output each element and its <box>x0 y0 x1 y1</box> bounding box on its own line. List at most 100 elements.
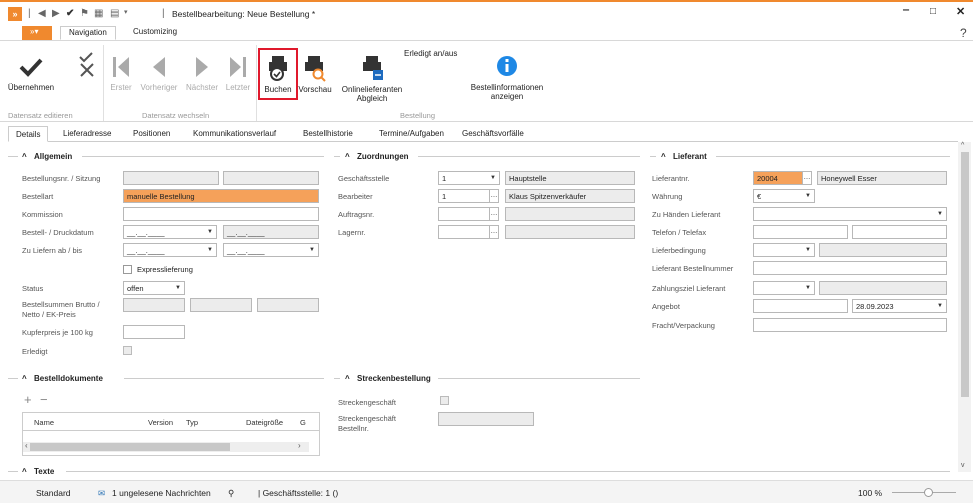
liefern-bis-field[interactable]: __.__.____ <box>223 243 319 257</box>
chevron-down-icon[interactable]: ▼ <box>488 172 498 184</box>
tab-lieferadresse[interactable]: Lieferadresse <box>56 126 118 142</box>
bestellinfo-button[interactable]: Bestellinformationen anzeigen <box>465 53 549 101</box>
scroll-left-icon[interactable]: ‹ <box>25 441 28 450</box>
tab-kommunikationsverlauf[interactable]: Kommunikationsverlauf <box>186 126 283 142</box>
kommission-field[interactable] <box>123 207 319 221</box>
column-header-g[interactable]: G <box>300 418 306 427</box>
chevron-down-icon[interactable]: ▼ <box>803 244 813 256</box>
help-icon[interactable]: ? <box>960 26 967 40</box>
chevron-down-icon[interactable]: ▼ <box>173 282 183 294</box>
flag-icon[interactable]: ⚑ <box>80 8 89 19</box>
uebernehmen-button[interactable]: Übernehmen <box>6 53 56 92</box>
column-header-name[interactable]: Name <box>34 418 54 427</box>
letzter-button[interactable]: Letzter <box>222 53 254 92</box>
buchen-button[interactable]: Buchen <box>260 53 296 94</box>
column-header-typ[interactable]: Typ <box>186 418 198 427</box>
chevron-down-icon[interactable]: ▼ <box>803 282 813 294</box>
online-abgleich-button[interactable]: Onlinelieferanten Abgleich <box>334 53 410 103</box>
search-icon[interactable]: ⚲ <box>228 488 234 499</box>
column-header-dateigroesse[interactable]: Dateigröße <box>246 418 283 427</box>
column-header-version[interactable]: Version <box>148 418 173 427</box>
bearbeiter-nr-field[interactable]: 1 <box>438 189 490 203</box>
document-icon[interactable]: ▤ <box>110 8 119 19</box>
bestelldatum-field[interactable]: __.__.____ <box>123 225 217 239</box>
app-menu-button[interactable]: »▾ <box>22 26 52 40</box>
bestellnr-field[interactable] <box>123 171 219 185</box>
strecken-bestellnr-field[interactable] <box>438 412 534 426</box>
tab-geschaeftsvorfaelle[interactable]: Geschäftsvorfälle <box>455 126 531 142</box>
close-icon[interactable]: ✕ <box>956 5 965 18</box>
bestellart-field[interactable]: manuelle Bestellung <box>123 189 319 203</box>
erster-button[interactable]: Erster <box>106 53 136 92</box>
tab-termine[interactable]: Termine/Aufgaben <box>372 126 451 142</box>
sitzung-field[interactable] <box>223 171 319 185</box>
zoom-slider-thumb[interactable] <box>924 488 933 497</box>
lieferantnr-field[interactable]: 20004 <box>753 171 803 185</box>
cancel-icon[interactable] <box>76 51 98 79</box>
label-waehrung: Währung <box>652 192 683 201</box>
check-icon[interactable]: ✔ <box>66 8 74 19</box>
bestelldokumente-collapse-icon[interactable]: ^ <box>22 374 27 383</box>
bearbeiter-lookup-button[interactable]: … <box>489 189 499 203</box>
erledigt-checkbox[interactable] <box>123 346 132 355</box>
maximize-icon[interactable]: □ <box>930 6 936 17</box>
tab-details[interactable]: Details <box>8 126 49 142</box>
tab-navigation[interactable]: Navigation <box>60 26 116 40</box>
chevron-down-icon[interactable]: ▼ <box>205 226 215 238</box>
forward-arrow-icon[interactable]: ▶ <box>52 8 60 19</box>
angebot-field[interactable] <box>753 299 848 313</box>
messages-icon[interactable]: ✉ <box>98 488 105 499</box>
angebot-datum-field[interactable]: 28.09.2023 <box>852 299 947 313</box>
naechster-button[interactable]: Nächster <box>182 53 222 92</box>
lagernr-lookup-button[interactable]: … <box>489 225 499 239</box>
chevron-down-icon[interactable]: ▼ <box>803 190 813 202</box>
add-icon[interactable]: + <box>24 392 32 407</box>
status-messages[interactable]: 1 ungelesene Nachrichten <box>112 488 211 498</box>
calendar-icon[interactable]: ▦ <box>94 8 103 19</box>
vorschau-button[interactable]: Vorschau <box>297 53 333 94</box>
zu-haenden-select[interactable] <box>753 207 947 221</box>
remove-icon[interactable]: − <box>40 392 48 407</box>
scroll-down-icon[interactable]: v <box>961 462 965 469</box>
druckdatum-field[interactable]: __.__.____ <box>223 225 319 239</box>
group-label: Datensatz editieren <box>8 111 73 120</box>
tab-customizing[interactable]: Customizing <box>125 26 185 40</box>
chevron-down-icon[interactable]: ▼ <box>935 300 945 312</box>
texte-collapse-icon[interactable]: ^ <box>22 467 27 476</box>
minimize-icon[interactable]: ‒ <box>903 4 909 16</box>
erledigt-toggle[interactable]: Erledigt an/aus <box>404 49 464 58</box>
app-logo-icon[interactable]: » <box>8 7 22 21</box>
fracht-field[interactable] <box>753 318 947 332</box>
vertical-scroll-thumb[interactable] <box>961 152 969 397</box>
tab-positionen[interactable]: Positionen <box>126 126 177 142</box>
lieferant-lookup-button[interactable]: … <box>802 171 812 185</box>
brutto-field[interactable] <box>123 298 185 312</box>
tab-bestellhistorie[interactable]: Bestellhistorie <box>296 126 360 142</box>
express-checkbox[interactable] <box>123 265 132 274</box>
scroll-up-icon[interactable]: ^ <box>961 142 964 149</box>
chevron-down-icon[interactable]: ▼ <box>935 208 945 220</box>
lieferant-collapse-icon[interactable]: ^ <box>661 152 666 161</box>
vorheriger-button[interactable]: Vorheriger <box>136 53 182 92</box>
telefon-field[interactable] <box>753 225 848 239</box>
grid-hscroll-thumb[interactable] <box>30 443 230 451</box>
back-arrow-icon[interactable]: ◀ <box>38 8 46 19</box>
zuordnungen-collapse-icon[interactable]: ^ <box>345 152 350 161</box>
lieferant-bestellnummer-field[interactable] <box>753 261 947 275</box>
liefern-ab-field[interactable]: __.__.____ <box>123 243 217 257</box>
ek-preis-field[interactable] <box>257 298 319 312</box>
allgemein-collapse-icon[interactable]: ^ <box>22 152 27 161</box>
auftragsnr-field[interactable] <box>438 207 490 221</box>
chevron-down-icon[interactable]: ▼ <box>307 244 317 256</box>
strecken-collapse-icon[interactable]: ^ <box>345 374 350 383</box>
netto-field[interactable] <box>190 298 252 312</box>
chevron-down-icon[interactable]: ▼ <box>205 244 215 256</box>
lagernr-field[interactable] <box>438 225 490 239</box>
auftragsnr-lookup-button[interactable]: … <box>489 207 499 221</box>
scroll-right-icon[interactable]: › <box>298 441 301 450</box>
kupferpreis-field[interactable] <box>123 325 185 339</box>
section-title-bestelldokumente: Bestelldokumente <box>34 374 103 383</box>
telefax-field[interactable] <box>852 225 947 239</box>
dropdown-icon[interactable]: ▾ <box>124 8 128 16</box>
streckengeschaeft-checkbox[interactable] <box>440 396 449 405</box>
